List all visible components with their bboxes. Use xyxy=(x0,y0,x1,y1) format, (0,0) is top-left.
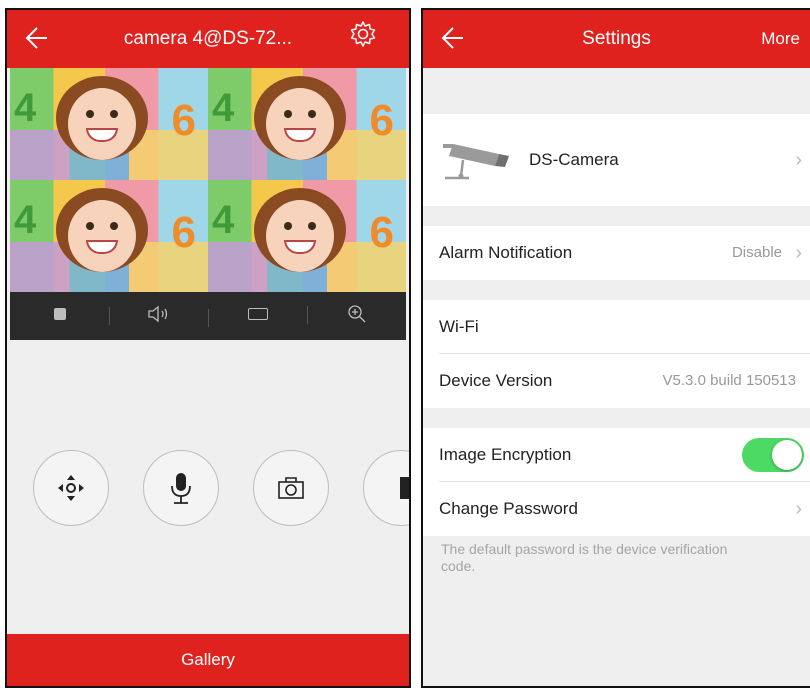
network-group: Wi-Fi Device Version V5.3.0 build 150513 xyxy=(423,300,810,408)
alarm-notification-label: Alarm Notification xyxy=(439,243,573,262)
video-grid[interactable]: 46 46 46 46 xyxy=(10,68,406,292)
device-version-label: Device Version xyxy=(439,371,553,390)
image-encryption-toggle[interactable] xyxy=(742,438,804,472)
device-version-value: V5.3.0 build 150513 xyxy=(662,372,796,389)
record-button[interactable] xyxy=(363,450,409,526)
alarm-notification-value: Disable xyxy=(731,244,782,261)
security-group: Image Encryption Change Password › xyxy=(423,428,810,536)
more-button[interactable]: More xyxy=(761,10,800,68)
speaker-icon[interactable] xyxy=(109,305,208,328)
settings-header: Settings More xyxy=(423,10,810,68)
device-name: DS-Camera xyxy=(529,150,619,169)
live-view-screen: camera 4@DS-72... 46 46 46 46 Gallery xyxy=(5,8,411,688)
camera-device-icon xyxy=(439,136,513,189)
settings-screen: Settings More DS-Camera › Alarm Notifica… xyxy=(421,8,810,688)
toggle-knob xyxy=(772,440,802,470)
live-view-header: camera 4@DS-72... xyxy=(7,10,409,68)
chevron-right-icon: › xyxy=(795,498,802,520)
microphone-icon[interactable] xyxy=(143,450,219,526)
password-note: The default password is the device verif… xyxy=(441,541,728,574)
instruction-caption xyxy=(0,0,810,8)
video-tile[interactable]: 46 xyxy=(208,68,406,180)
settings-title: Settings xyxy=(582,28,651,49)
stop-icon[interactable] xyxy=(10,307,109,325)
wifi-label[interactable]: Wi-Fi xyxy=(439,300,479,354)
zoom-in-icon[interactable] xyxy=(307,304,406,329)
camera-icon[interactable] xyxy=(253,450,329,526)
video-tile[interactable]: 46 xyxy=(10,68,208,180)
device-row[interactable]: DS-Camera › xyxy=(423,114,810,206)
chevron-right-icon: › xyxy=(795,149,802,171)
alarm-notification-row[interactable]: Alarm Notification Disable › xyxy=(423,226,810,280)
window-icon[interactable] xyxy=(208,307,307,327)
ptz-icon[interactable] xyxy=(33,450,109,526)
image-encryption-label: Image Encryption xyxy=(439,445,572,464)
control-panel xyxy=(7,340,409,632)
change-password-label[interactable]: Change Password xyxy=(439,482,578,536)
chevron-right-icon: › xyxy=(795,242,802,264)
playback-toolbar xyxy=(10,292,406,340)
video-tile[interactable]: 46 xyxy=(10,180,208,292)
gear-icon[interactable] xyxy=(345,20,381,56)
video-tile[interactable]: 46 xyxy=(208,180,406,292)
gallery-button[interactable]: Gallery xyxy=(7,634,409,686)
